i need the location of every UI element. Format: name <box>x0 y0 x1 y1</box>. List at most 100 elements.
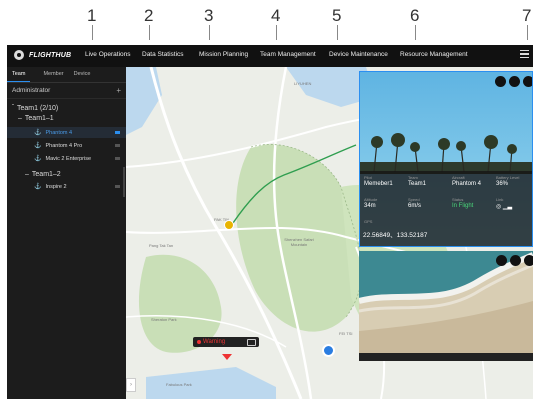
feed-control-button[interactable] <box>495 76 506 87</box>
drone-icon: ⚓ <box>34 130 42 136</box>
info-link: Link ◎ ▁▃ <box>496 197 513 210</box>
team-group-row[interactable]: – Team1–2 <box>7 169 126 179</box>
signal-icon <box>115 144 120 147</box>
role-label: Administrator <box>12 87 51 94</box>
sidebar: Team Member Device Administrator + ˇ Tea… <box>7 67 126 399</box>
feed-control-button[interactable] <box>523 76 532 87</box>
warning-label: Warning <box>203 338 226 345</box>
sidebar-tabs: Team Member Device <box>7 67 126 83</box>
nav-device-maintenance[interactable]: Device Maintenance <box>329 51 400 58</box>
drone-icon: ⚓ <box>34 143 42 149</box>
drone-icon: ⚓ <box>34 156 42 162</box>
team-root-row[interactable]: ˇ Team1 (2/10) <box>7 103 126 113</box>
callout-1: 1 <box>87 6 97 25</box>
device-row-mavic-2-enterprise[interactable]: ⚓ Mavic 2 Enterprise <box>7 153 126 164</box>
gps-coordinates: 22.56849、133.52187 <box>363 232 428 239</box>
collapse-icon: – <box>25 170 29 178</box>
nav-resource-management[interactable]: Resource Management <box>400 51 475 58</box>
info-aircraft: Aircraft Phantom 4 <box>452 175 482 187</box>
device-row-phantom-4-pro[interactable]: ⚓ Phantom 4 Pro <box>7 140 126 151</box>
dji-logo-icon <box>14 50 24 60</box>
top-navigation-bar: FLIGHTHUB Live Operations Data Statistic… <box>7 45 533 67</box>
app-name: FLIGHTHUB <box>29 51 72 59</box>
team-group-label: Team1–2 <box>31 170 61 178</box>
callout-leader <box>415 25 416 40</box>
role-selector[interactable]: Administrator + <box>7 83 126 99</box>
team-root-label: Team1 (2/10) <box>17 104 59 112</box>
main-nav: Live Operations Data Statistics Mission … <box>85 51 475 58</box>
map-place-label: Fabulous Park <box>166 382 192 387</box>
callout-2: 2 <box>144 6 154 25</box>
drone-position-marker[interactable] <box>224 220 234 230</box>
team-group-row[interactable]: – Team1–1 <box>7 113 126 123</box>
map-place-label: Sheraton Park <box>151 317 177 322</box>
map-place-label: Pang Tak Tan <box>149 243 174 248</box>
hamburger-menu-icon[interactable] <box>520 50 529 58</box>
link-signal-icon: ◎ ▁▃ <box>496 204 513 210</box>
feed-control-button[interactable] <box>509 76 520 87</box>
tab-member[interactable]: Member <box>38 67 68 82</box>
signal-icon <box>115 185 120 188</box>
device-row-inspire-2[interactable]: ⚓ Inspire 2 <box>7 181 126 192</box>
feed-controls <box>496 255 533 266</box>
signal-icon <box>115 131 120 134</box>
callout-leader <box>209 25 210 40</box>
device-name: Phantom 4 Pro <box>45 143 83 149</box>
camera-feed-image <box>359 251 533 361</box>
callout-markers: 1 2 3 4 5 6 7 <box>0 0 533 44</box>
feed-control-button[interactable] <box>510 255 521 266</box>
sidebar-scrollbar[interactable] <box>123 167 125 197</box>
map-place-label: FEI TSI <box>339 331 353 336</box>
map-place-label: LIYUHEN <box>294 81 312 86</box>
signal-icon <box>115 157 120 160</box>
device-name: Phantom 4 <box>45 130 73 136</box>
device-name: Inspire 2 <box>45 184 67 190</box>
callout-leader <box>276 25 277 40</box>
water-area <box>126 67 162 135</box>
warning-dot-icon <box>197 340 201 344</box>
feed-footer-bar <box>359 353 533 361</box>
team-group-label: Team1–1 <box>24 114 54 122</box>
callout-4: 4 <box>271 6 281 25</box>
info-pilot: Pilot Memeber1 <box>364 175 393 187</box>
app-logo[interactable]: FLIGHTHUB <box>14 50 71 60</box>
warning-pointer-icon <box>222 354 232 360</box>
info-status: Status In Flight <box>452 197 474 209</box>
feed-controls <box>495 76 532 87</box>
callout-7: 7 <box>522 6 532 25</box>
callout-leader <box>92 25 93 40</box>
info-team: Team Team1 <box>408 175 427 187</box>
flight-info-overlay: Pilot Memeber1 Team Team1 Aircraft Phant… <box>360 171 532 246</box>
dock-location-icon[interactable] <box>322 344 335 357</box>
live-feed-panel-1[interactable]: Pilot Memeber1 Team Team1 Aircraft Phant… <box>359 71 533 247</box>
warning-popup[interactable]: Warning <box>193 337 259 347</box>
callout-3: 3 <box>204 6 214 25</box>
callout-leader <box>337 25 338 40</box>
device-name: Mavic 2 Enterprise <box>45 156 92 162</box>
tab-device[interactable]: Device <box>69 67 96 82</box>
tab-team[interactable]: Team <box>7 67 31 82</box>
drone-icon: ⚓ <box>34 184 42 190</box>
nav-team-management[interactable]: Team Management <box>260 51 329 58</box>
callout-leader <box>149 25 150 40</box>
feed-control-button[interactable] <box>496 255 507 266</box>
map-place-label: Shenzhen Safari Mountain <box>284 237 314 247</box>
nav-data-statistics[interactable]: Data Statistics <box>142 51 199 58</box>
map-collapse-toggle[interactable]: › <box>126 378 136 392</box>
nav-mission-planning[interactable]: Mission Planning <box>199 51 260 58</box>
live-feed-panel-2[interactable] <box>359 251 533 361</box>
device-row-phantom-4[interactable]: ⚓ Phantom 4 <box>7 127 126 138</box>
chevron-down-icon: ˇ <box>12 105 14 111</box>
info-battery: Battery Level 36% <box>496 175 520 187</box>
info-speed: Speed 6m/s <box>408 197 422 209</box>
info-altitude: Altitude 34m <box>364 197 378 209</box>
feed-control-button[interactable] <box>524 255 533 266</box>
collapse-icon: – <box>18 114 22 122</box>
info-gps: GPS <box>364 219 373 224</box>
callout-leader <box>527 25 528 40</box>
callout-5: 5 <box>332 6 342 25</box>
video-icon[interactable] <box>247 339 256 346</box>
add-team-button[interactable]: + <box>116 86 121 95</box>
nav-live-operations[interactable]: Live Operations <box>85 51 142 58</box>
callout-6: 6 <box>410 6 420 25</box>
